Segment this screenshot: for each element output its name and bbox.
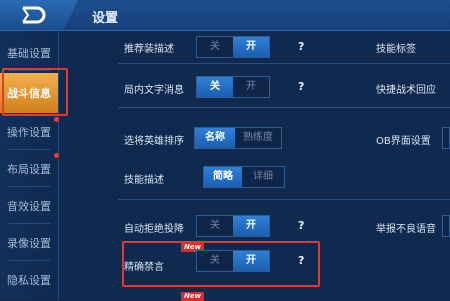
- toggle-option-detailed[interactable]: 详细: [242, 167, 284, 187]
- divider: [118, 199, 450, 200]
- setting-label: 精确禁言: [124, 262, 164, 273]
- toggle-local-text[interactable]: 关 开: [196, 76, 270, 98]
- sidebar-item-label: 隐私设置: [7, 273, 51, 287]
- sidebar-item-sound[interactable]: 音效设置: [0, 187, 58, 224]
- notification-dot: [54, 153, 59, 158]
- setting-label: 举报不良语音: [376, 224, 436, 235]
- toggle-hero-sort[interactable]: 名称 熟练度: [194, 127, 282, 149]
- setting-label: 技能描述: [124, 175, 164, 186]
- sidebar-item-basic[interactable]: 基础设置: [0, 34, 58, 71]
- toggle-precise-mute[interactable]: 关 开: [196, 250, 270, 272]
- sidebar-item-privacy[interactable]: 隐私设置: [0, 261, 58, 298]
- setting-label: 自动拒绝投降: [124, 224, 184, 235]
- toggle-skill-desc[interactable]: 简略 详细: [203, 166, 285, 188]
- back-arrow-icon: [22, 6, 46, 24]
- toggle-off-option[interactable]: 关: [197, 77, 233, 97]
- sidebar-item-replay[interactable]: 录像设置: [0, 224, 58, 261]
- setting-label: OB界面设置: [376, 136, 431, 147]
- setting-label: 选将英雄排序: [124, 136, 184, 147]
- sidebar-item-label: 战斗信息: [7, 87, 51, 100]
- setting-label: 技能标签: [376, 44, 416, 55]
- toggle-on-option[interactable]: 开: [233, 37, 269, 57]
- toggle-option-name[interactable]: 名称: [195, 128, 235, 148]
- dropdown-edge[interactable]: [442, 127, 450, 149]
- top-bar: 设置: [0, 0, 450, 31]
- sidebar-item-controls[interactable]: 操作设置: [0, 113, 58, 150]
- toggle-off-option[interactable]: 关: [197, 251, 233, 271]
- toggle-on-option[interactable]: 开: [233, 251, 269, 271]
- toggle-on-option[interactable]: 开: [233, 216, 269, 236]
- setting-label: 推荐装描述: [124, 44, 174, 55]
- sidebar-item-label: 布局设置: [7, 162, 51, 176]
- toggle-off-option[interactable]: 关: [197, 37, 233, 57]
- sidebar-item-battle-info[interactable]: 战斗信息: [0, 73, 58, 113]
- page-title: 设置: [92, 11, 119, 26]
- divider: [118, 107, 450, 108]
- sidebar-item-label: 录像设置: [7, 236, 51, 250]
- toggle-option-brief[interactable]: 简略: [204, 167, 242, 187]
- setting-label: 快捷战术回应: [376, 85, 436, 96]
- toggle-option-proficiency[interactable]: 熟练度: [235, 128, 281, 148]
- setting-label: 局内文字消息: [124, 85, 184, 96]
- notification-dot: [54, 117, 59, 122]
- toggle-auto-reject[interactable]: 关 开: [196, 215, 270, 237]
- help-icon[interactable]: ?: [298, 254, 304, 267]
- toggle-on-option[interactable]: 开: [233, 77, 269, 97]
- help-icon[interactable]: ?: [298, 40, 304, 53]
- settings-panel: 推荐装描述 关 开 ? 技能标签 局内文字消息 关 开 ? 快捷战术回应 选将英…: [62, 31, 450, 301]
- sidebar-item-layout[interactable]: 布局设置: [0, 150, 58, 187]
- divider: [118, 63, 450, 64]
- help-icon[interactable]: ?: [298, 219, 304, 232]
- sidebar-item-label: 音效设置: [7, 199, 51, 213]
- toggle-off-option[interactable]: 关: [197, 216, 233, 236]
- sidebar-item-label: 操作设置: [7, 125, 51, 139]
- sidebar-item-label: 基础设置: [7, 46, 51, 60]
- toggle-recommend-desc[interactable]: 关 开: [196, 36, 270, 58]
- toggle-edge[interactable]: [442, 215, 450, 237]
- back-button[interactable]: [0, 0, 78, 30]
- sidebar: 基础设置 战斗信息 操作设置 布局设置 音效设置 录像设置 隐私设置: [0, 31, 59, 300]
- help-icon[interactable]: ?: [298, 80, 304, 93]
